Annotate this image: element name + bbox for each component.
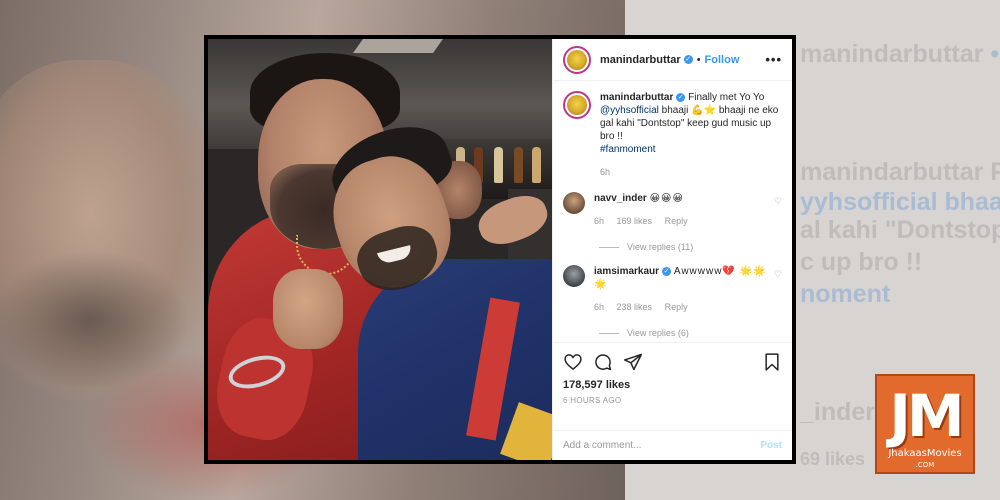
- avatar[interactable]: [563, 45, 591, 74]
- bg-text: noment: [800, 280, 891, 308]
- post-header: manindarbuttar ✓ • Follow •••: [553, 39, 792, 81]
- bottle: [494, 147, 503, 183]
- comment-icon[interactable]: [593, 352, 613, 372]
- avatar[interactable]: [563, 265, 585, 287]
- reply-button[interactable]: Reply: [665, 302, 688, 312]
- fist: [273, 269, 343, 349]
- comment-username[interactable]: navv_inder: [594, 193, 647, 204]
- comment-likes[interactable]: 169 likes: [617, 216, 653, 226]
- add-comment-bar: Post: [553, 430, 792, 460]
- view-replies-button[interactable]: View replies (11): [599, 242, 782, 252]
- comment: navv_inder 😀😀😀 6h 169 likes Reply ♡: [563, 192, 782, 228]
- caption: manindarbuttar ✓ Finally met Yo Yo @yyhso…: [563, 91, 782, 179]
- likes-count[interactable]: 178,597 likes: [563, 379, 782, 391]
- caption-username[interactable]: manindarbuttar ✓: [600, 92, 686, 103]
- jhakaasmovies-logo: JM JhakaasMovies .COM: [875, 374, 975, 474]
- verified-icon: ✓: [676, 92, 686, 102]
- action-icons: [563, 351, 782, 373]
- mention-link[interactable]: @yyhsofficial: [600, 105, 659, 116]
- bookmark-icon[interactable]: [762, 352, 782, 372]
- bg-text: yyhsofficial bhaaji 💪⭐: [800, 188, 1000, 216]
- separator: •: [696, 53, 701, 66]
- follow-button[interactable]: Follow: [705, 54, 740, 66]
- avatar[interactable]: [563, 91, 591, 119]
- logo-name: JhakaasMovies: [888, 448, 962, 459]
- bg-text: 69 likes: [800, 449, 866, 469]
- verified-icon: ✓: [662, 266, 672, 276]
- reply-button[interactable]: Reply: [665, 216, 688, 226]
- bg-text: manindarbuttar Finall: [800, 158, 1000, 186]
- logo-letters: JM: [889, 382, 964, 450]
- instagram-post: manindarbuttar ✓ • Follow ••• manindarbut…: [208, 39, 792, 460]
- caption-text: Finally met Yo Yo: [688, 92, 765, 103]
- post-frame: manindarbuttar ✓ • Follow ••• manindarbut…: [204, 35, 796, 464]
- view-replies-button[interactable]: View replies (6): [599, 328, 782, 338]
- header-username[interactable]: manindarbuttar ✓: [600, 54, 693, 66]
- comment-username[interactable]: iamsimarkaur ✓: [594, 266, 672, 277]
- comment-body: iamsimarkaur ✓ Awwwww💔 🌟🌟🌟 6h 238 likes R…: [594, 265, 770, 314]
- logo-domain: .COM: [915, 461, 935, 469]
- comment-likes[interactable]: 238 likes: [617, 302, 653, 312]
- caption-meta: 6h: [600, 166, 782, 179]
- bg-text: manindarbuttar • Follo: [800, 40, 1000, 68]
- comment-age[interactable]: 6h: [594, 216, 604, 226]
- photo-light: [353, 39, 443, 53]
- comment: iamsimarkaur ✓ Awwwww💔 🌟🌟🌟 6h 238 likes R…: [563, 265, 782, 314]
- comment-text: 😀😀😀: [649, 193, 684, 204]
- comment-meta: 6h 169 likes Reply: [594, 215, 770, 228]
- bg-text: al kahi "Dontstop" k: [800, 216, 1000, 244]
- caption-body: manindarbuttar ✓ Finally met Yo Yo @yyhso…: [600, 91, 782, 179]
- more-options-icon[interactable]: •••: [765, 52, 782, 67]
- bg-text: _inder: [800, 398, 876, 426]
- bottle: [514, 147, 523, 183]
- bg-text: c up bro !!: [800, 248, 923, 276]
- avatar[interactable]: [563, 192, 585, 214]
- post-timestamp[interactable]: 6 HOURS AGO: [563, 396, 782, 405]
- post-button[interactable]: Post: [760, 440, 782, 451]
- hashtag-link[interactable]: #fanmoment: [600, 144, 656, 155]
- comment-meta: 6h 238 likes Reply: [594, 301, 770, 314]
- comment-body: navv_inder 😀😀😀 6h 169 likes Reply: [594, 192, 770, 228]
- post-sidebar: manindarbuttar ✓ • Follow ••• manindarbut…: [552, 39, 792, 460]
- comment-age[interactable]: 6h: [594, 302, 604, 312]
- verified-icon: ✓: [683, 55, 693, 65]
- post-actions: 178,597 likes 6 HOURS AGO Post: [553, 342, 792, 460]
- heart-icon[interactable]: ♡: [774, 269, 782, 280]
- heart-icon[interactable]: ♡: [774, 196, 782, 207]
- share-icon[interactable]: [623, 352, 643, 372]
- comments-section: manindarbuttar ✓ Finally met Yo Yo @yyhso…: [553, 81, 792, 342]
- heart-icon[interactable]: [563, 352, 583, 372]
- add-comment-input[interactable]: [563, 440, 761, 451]
- post-photo[interactable]: [208, 39, 552, 460]
- bottle: [532, 147, 541, 183]
- caption-age[interactable]: 6h: [600, 167, 610, 177]
